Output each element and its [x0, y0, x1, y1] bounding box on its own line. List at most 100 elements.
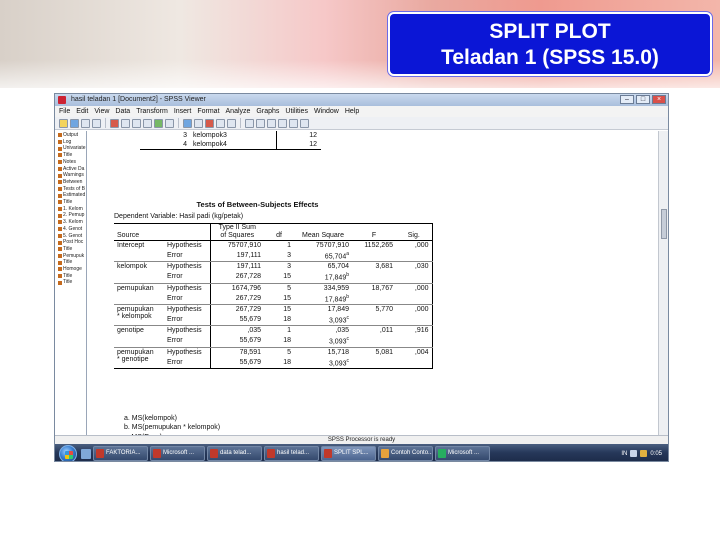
- print-preview-icon[interactable]: [92, 118, 101, 128]
- recall-dialog-icon[interactable]: [121, 118, 130, 128]
- menu-window[interactable]: Window: [314, 106, 339, 117]
- menu-graphs[interactable]: Graphs: [256, 106, 279, 117]
- outline-item[interactable]: Post Hoc: [58, 239, 86, 246]
- maximize-button[interactable]: □: [636, 95, 650, 104]
- menu-view[interactable]: View: [94, 106, 109, 117]
- menu-analyze[interactable]: Analyze: [226, 106, 251, 117]
- menu-transform[interactable]: Transform: [136, 106, 168, 117]
- outline-item[interactable]: Notes: [58, 159, 86, 166]
- network-icon[interactable]: [630, 450, 638, 457]
- menu-format[interactable]: Format: [197, 106, 219, 117]
- outline-item-label: Warnings: [63, 172, 84, 179]
- outline-item[interactable]: Log: [58, 139, 86, 146]
- variables-icon[interactable]: [165, 118, 174, 128]
- outline-item[interactable]: Output: [58, 132, 86, 139]
- row-df: 15: [264, 292, 294, 305]
- taskbar-button[interactable]: SPLIT SPL...: [321, 446, 376, 461]
- row-df: 18: [264, 335, 294, 348]
- close-button[interactable]: ×: [652, 95, 666, 104]
- outline-item[interactable]: Estimated: [58, 192, 86, 199]
- demote-icon[interactable]: [256, 118, 265, 128]
- show-desktop-icon[interactable]: [81, 448, 91, 459]
- minimize-button[interactable]: –: [620, 95, 634, 104]
- language-indicator[interactable]: IN: [621, 451, 627, 457]
- row-type: Hypothesis: [164, 241, 210, 251]
- header-mean-square: Mean Square: [294, 223, 352, 241]
- outline-item[interactable]: Title: [58, 279, 86, 286]
- outline-item[interactable]: Title: [58, 273, 86, 280]
- start-button[interactable]: [59, 444, 77, 461]
- taskbar-button[interactable]: data telad...: [207, 446, 262, 461]
- taskbar-button[interactable]: Microsoft ...: [435, 446, 490, 461]
- taskbar-button[interactable]: Microsoft ...: [150, 446, 205, 461]
- outline-item[interactable]: 4. Genot: [58, 226, 86, 233]
- outline-item[interactable]: Title: [58, 199, 86, 206]
- outline-item[interactable]: Active Da: [58, 166, 86, 173]
- row-mean-square-value: 75707,910: [315, 242, 349, 249]
- promote-icon[interactable]: [245, 118, 254, 128]
- window-titlebar[interactable]: hasil teladan 1 [Document2] - SPSS Viewe…: [55, 94, 668, 106]
- menu-file[interactable]: File: [59, 106, 70, 117]
- goto-case-icon[interactable]: [154, 118, 163, 128]
- menu-utilities[interactable]: Utilities: [285, 106, 308, 117]
- collapse-icon[interactable]: [278, 118, 287, 128]
- output-item-icon: [58, 240, 62, 245]
- row-type-value: Hypothesis: [167, 327, 202, 335]
- insert-heading-icon[interactable]: [205, 118, 214, 128]
- open-icon[interactable]: [59, 118, 68, 128]
- insert-text-icon[interactable]: [227, 118, 236, 128]
- outline-item[interactable]: Tests of B: [58, 186, 86, 193]
- outline-item[interactable]: 3. Kelom: [58, 219, 86, 226]
- outline-item[interactable]: 2. Pemup: [58, 212, 86, 219]
- row-source: [114, 292, 164, 305]
- export-icon[interactable]: [110, 118, 119, 128]
- save-icon[interactable]: [70, 118, 79, 128]
- clock[interactable]: 0:05: [650, 451, 662, 457]
- hide-icon[interactable]: [300, 118, 309, 128]
- menu-help[interactable]: Help: [345, 106, 359, 117]
- footnote-marker: b: [346, 272, 349, 279]
- outline-item[interactable]: 1. Kelom: [58, 206, 86, 213]
- insert-title-icon[interactable]: [216, 118, 225, 128]
- outline-item[interactable]: Title: [58, 259, 86, 266]
- designate-window-icon[interactable]: [183, 118, 192, 128]
- row-sum-of-squares: 267,729: [209, 292, 264, 305]
- row-f-value: 5,770: [375, 305, 393, 313]
- table-row: Error 55,679 18 3,093c: [114, 356, 433, 369]
- outline-item[interactable]: Univariate: [58, 145, 86, 152]
- outline-item-label: 2. Pemup: [63, 212, 85, 219]
- header-df: df: [264, 223, 294, 241]
- outline-item[interactable]: Title: [58, 152, 86, 159]
- taskbar-button[interactable]: Contoh Conto...: [378, 446, 433, 461]
- row-source: pemupukan * genotipe: [114, 347, 164, 363]
- outline-item[interactable]: Warnings: [58, 172, 86, 179]
- show-icon[interactable]: [289, 118, 298, 128]
- menu-edit[interactable]: Edit: [76, 106, 88, 117]
- status-bar: SPSS Processor is ready: [55, 435, 668, 444]
- volume-icon[interactable]: [640, 450, 648, 457]
- print-icon[interactable]: [81, 118, 90, 128]
- goto-data-icon[interactable]: [143, 118, 152, 128]
- menu-data[interactable]: Data: [115, 106, 130, 117]
- outline-item[interactable]: 5. Genot: [58, 233, 86, 240]
- taskbar-button[interactable]: hasil telad...: [264, 446, 319, 461]
- taskbar-button[interactable]: FAKTORIA...: [93, 446, 148, 461]
- menu-insert[interactable]: Insert: [174, 106, 192, 117]
- row-f: [352, 335, 396, 348]
- scrollbar-thumb[interactable]: [661, 209, 667, 239]
- row-df-value: 15: [283, 294, 291, 302]
- outline-item[interactable]: Between: [58, 179, 86, 186]
- row-type-value: Hypothesis: [167, 263, 202, 271]
- row-label: kelompok3: [193, 132, 227, 139]
- outline-item-label: Estimated: [63, 192, 86, 199]
- outline-item[interactable]: Title: [58, 246, 86, 253]
- output-item-icon: [58, 133, 62, 138]
- outline-item[interactable]: Pemupuk: [58, 253, 86, 260]
- undo-icon[interactable]: [132, 118, 141, 128]
- row-f: 5,770: [352, 304, 396, 314]
- outline-item[interactable]: Homoge: [58, 266, 86, 273]
- output-item-icon: [58, 254, 62, 258]
- expand-icon[interactable]: [267, 118, 276, 128]
- select-last-output-icon[interactable]: [194, 118, 203, 128]
- vertical-scrollbar[interactable]: [658, 131, 668, 435]
